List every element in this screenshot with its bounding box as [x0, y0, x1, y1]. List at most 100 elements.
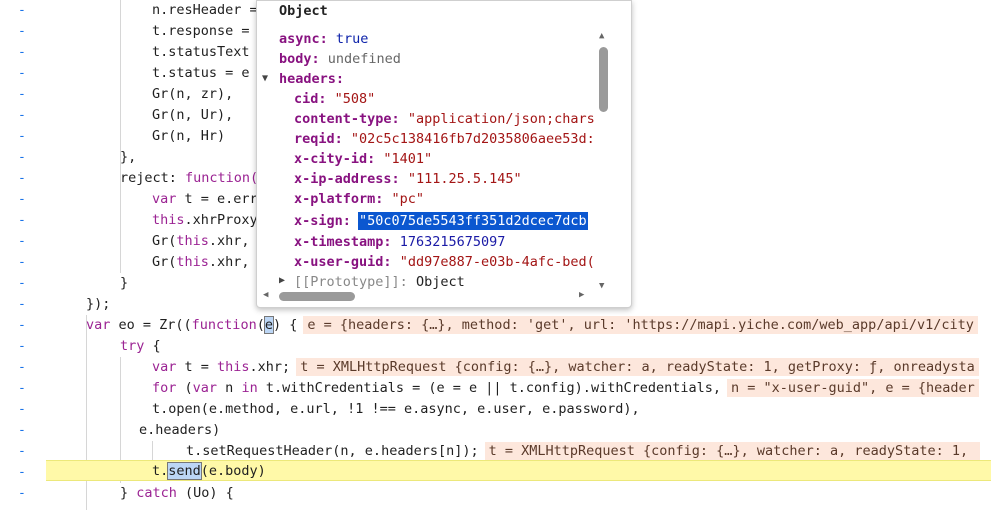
code-text: Gr(n, zr),	[152, 86, 234, 102]
code-text: .xhr,	[208, 254, 250, 270]
selected-token[interactable]: e	[263, 316, 275, 334]
keyword: var	[192, 380, 218, 396]
diff-marker: -	[18, 171, 26, 186]
property-value: true	[335, 31, 369, 47]
code-line[interactable]: var t = this.xhr; t = XMLHttpRequest {con…	[46, 357, 991, 378]
header-x-city-id[interactable]: x-city-id: "1401"	[294, 149, 432, 169]
header-x-user-guid[interactable]: x-user-guid: "dd97e887-e03b-4afc-bed(	[294, 252, 595, 272]
header-x-timestamp[interactable]: x-timestamp: 1763215675097	[294, 232, 505, 252]
code-line[interactable]: try {	[46, 336, 991, 357]
code-text: .xhrProxy	[184, 212, 258, 228]
property-value: "pc"	[391, 191, 425, 207]
code-text: t =	[176, 359, 218, 375]
scroll-left-arrow-icon[interactable]: ◀	[263, 290, 268, 300]
code-text: Gr(n, Ur),	[152, 107, 234, 123]
property-key: [[Prototype]]:	[294, 274, 408, 290]
selected-property-value[interactable]: "50c075de5543ff351d2dcec7dcb	[358, 212, 588, 230]
property-value: "1401"	[383, 151, 433, 167]
diff-marker: -	[18, 465, 26, 480]
property-body[interactable]: body: undefined	[279, 49, 401, 69]
code-text: (	[256, 317, 265, 333]
expand-right-icon[interactable]: ▶	[279, 275, 285, 286]
property-key: x-user-guid:	[294, 254, 392, 270]
code-text: t = e.err	[176, 191, 258, 207]
code-line[interactable]: var eo = Zr((function(e) {e = {headers: …	[46, 315, 991, 336]
code-text: t.open(e.method, e.url, !1 !== e.async, …	[152, 401, 640, 417]
diff-marker: -	[18, 3, 26, 18]
property-value: "application/json;chars	[407, 111, 595, 127]
header-x-platform[interactable]: x-platform: "pc"	[294, 189, 424, 209]
diff-marker: -	[18, 423, 26, 438]
scroll-right-arrow-icon[interactable]: ▶	[579, 290, 584, 300]
diff-marker: -	[18, 234, 26, 249]
inline-value-preview[interactable]: t = XMLHttpRequest {config: {…}, watcher…	[484, 442, 981, 460]
property-key: x-timestamp:	[294, 234, 392, 250]
diff-marker: -	[18, 360, 26, 375]
code-text: t.response =	[152, 23, 258, 39]
code-text: }	[120, 275, 129, 291]
property-key: cid:	[294, 91, 327, 107]
header-content-type[interactable]: content-type: "application/json;chars	[294, 109, 595, 129]
diff-marker: -	[18, 318, 26, 333]
code-text: t.	[152, 463, 169, 479]
keyword: function	[191, 317, 257, 333]
diff-marker: -	[18, 66, 26, 81]
code-line[interactable]: for (var n in t.withCredentials = (e = e…	[46, 378, 991, 399]
property-headers[interactable]: headers:	[279, 69, 344, 89]
code-text: n	[217, 380, 242, 396]
header-x-sign[interactable]: x-sign: "50c075de5543ff351d2dcec7dcb	[294, 211, 588, 231]
code-line[interactable]: } catch (Uo) {	[46, 483, 991, 504]
diff-marker: -	[18, 381, 26, 396]
code-text: }	[120, 485, 137, 501]
code-text: {	[144, 338, 161, 354]
diff-marker: -	[18, 255, 26, 270]
keyword: var	[86, 317, 111, 333]
inline-value-preview[interactable]: t = XMLHttpRequest {config: {…}, watcher…	[296, 358, 979, 376]
keyword: function(	[185, 170, 259, 186]
scroll-down-arrow-icon[interactable]: ▼	[599, 281, 604, 291]
property-value: Object	[415, 274, 465, 290]
code-text: Gr(	[152, 254, 177, 270]
keyword: this	[176, 254, 209, 270]
property-async[interactable]: async: true	[279, 29, 368, 49]
diff-marker: -	[18, 339, 26, 354]
code-text: t.statusText	[152, 44, 250, 60]
code-text: eo = Zr((	[110, 317, 192, 333]
diff-marker: -	[18, 129, 26, 144]
diff-marker: -	[18, 192, 26, 207]
property-value: "02c5c138416fb7d2035806aee53d:	[350, 131, 595, 147]
keyword: this	[152, 212, 185, 228]
current-execution-line[interactable]: t.send(e.body)	[46, 460, 991, 481]
keyword: in	[241, 380, 258, 396]
keyword: catch	[136, 485, 177, 501]
code-text: (Uo) {	[176, 485, 234, 501]
property-value: "508"	[334, 91, 376, 107]
object-preview-popover[interactable]: Object async: true body: undefined ▼ hea…	[256, 0, 632, 308]
property-key: content-type:	[294, 111, 400, 127]
vertical-scrollbar[interactable]: ▲ ▼	[597, 31, 609, 293]
diff-marker: -	[18, 402, 26, 417]
header-reqid[interactable]: reqid: "02c5c138416fb7d2035806aee53d:	[294, 129, 595, 149]
scroll-up-arrow-icon[interactable]: ▲	[599, 31, 604, 41]
property-value: 1763215675097	[399, 234, 506, 250]
inline-value-preview[interactable]: n = "x-user-guid", e = {header	[726, 379, 979, 397]
inline-value-preview[interactable]: e = {headers: {…}, method: 'get', url: '…	[303, 316, 978, 334]
horizontal-scrollbar[interactable]: ◀ ▶	[261, 289, 593, 301]
diff-marker: -	[18, 444, 26, 459]
code-text: t.setRequestHeader(n, e.headers[n]);	[186, 443, 479, 459]
popover-title: Object	[279, 3, 328, 19]
expand-down-icon[interactable]: ▼	[262, 73, 268, 84]
horizontal-scroll-thumb[interactable]	[279, 292, 355, 301]
code-line[interactable]: t.setRequestHeader(n, e.headers[n]); t = …	[46, 441, 991, 462]
property-key: x-city-id:	[294, 151, 376, 167]
paused-call-token[interactable]: send	[167, 462, 202, 480]
property-key: async:	[279, 31, 328, 47]
header-cid[interactable]: cid: "508"	[294, 89, 375, 109]
keyword: for	[152, 380, 177, 396]
code-text: e.headers)	[139, 422, 221, 438]
code-line[interactable]: e.headers)	[46, 420, 991, 441]
diff-marker: -	[18, 297, 26, 312]
header-x-ip-address[interactable]: x-ip-address: "111.25.5.145"	[294, 169, 522, 189]
vertical-scroll-thumb[interactable]	[599, 47, 608, 112]
code-line[interactable]: t.open(e.method, e.url, !1 !== e.async, …	[46, 399, 991, 420]
